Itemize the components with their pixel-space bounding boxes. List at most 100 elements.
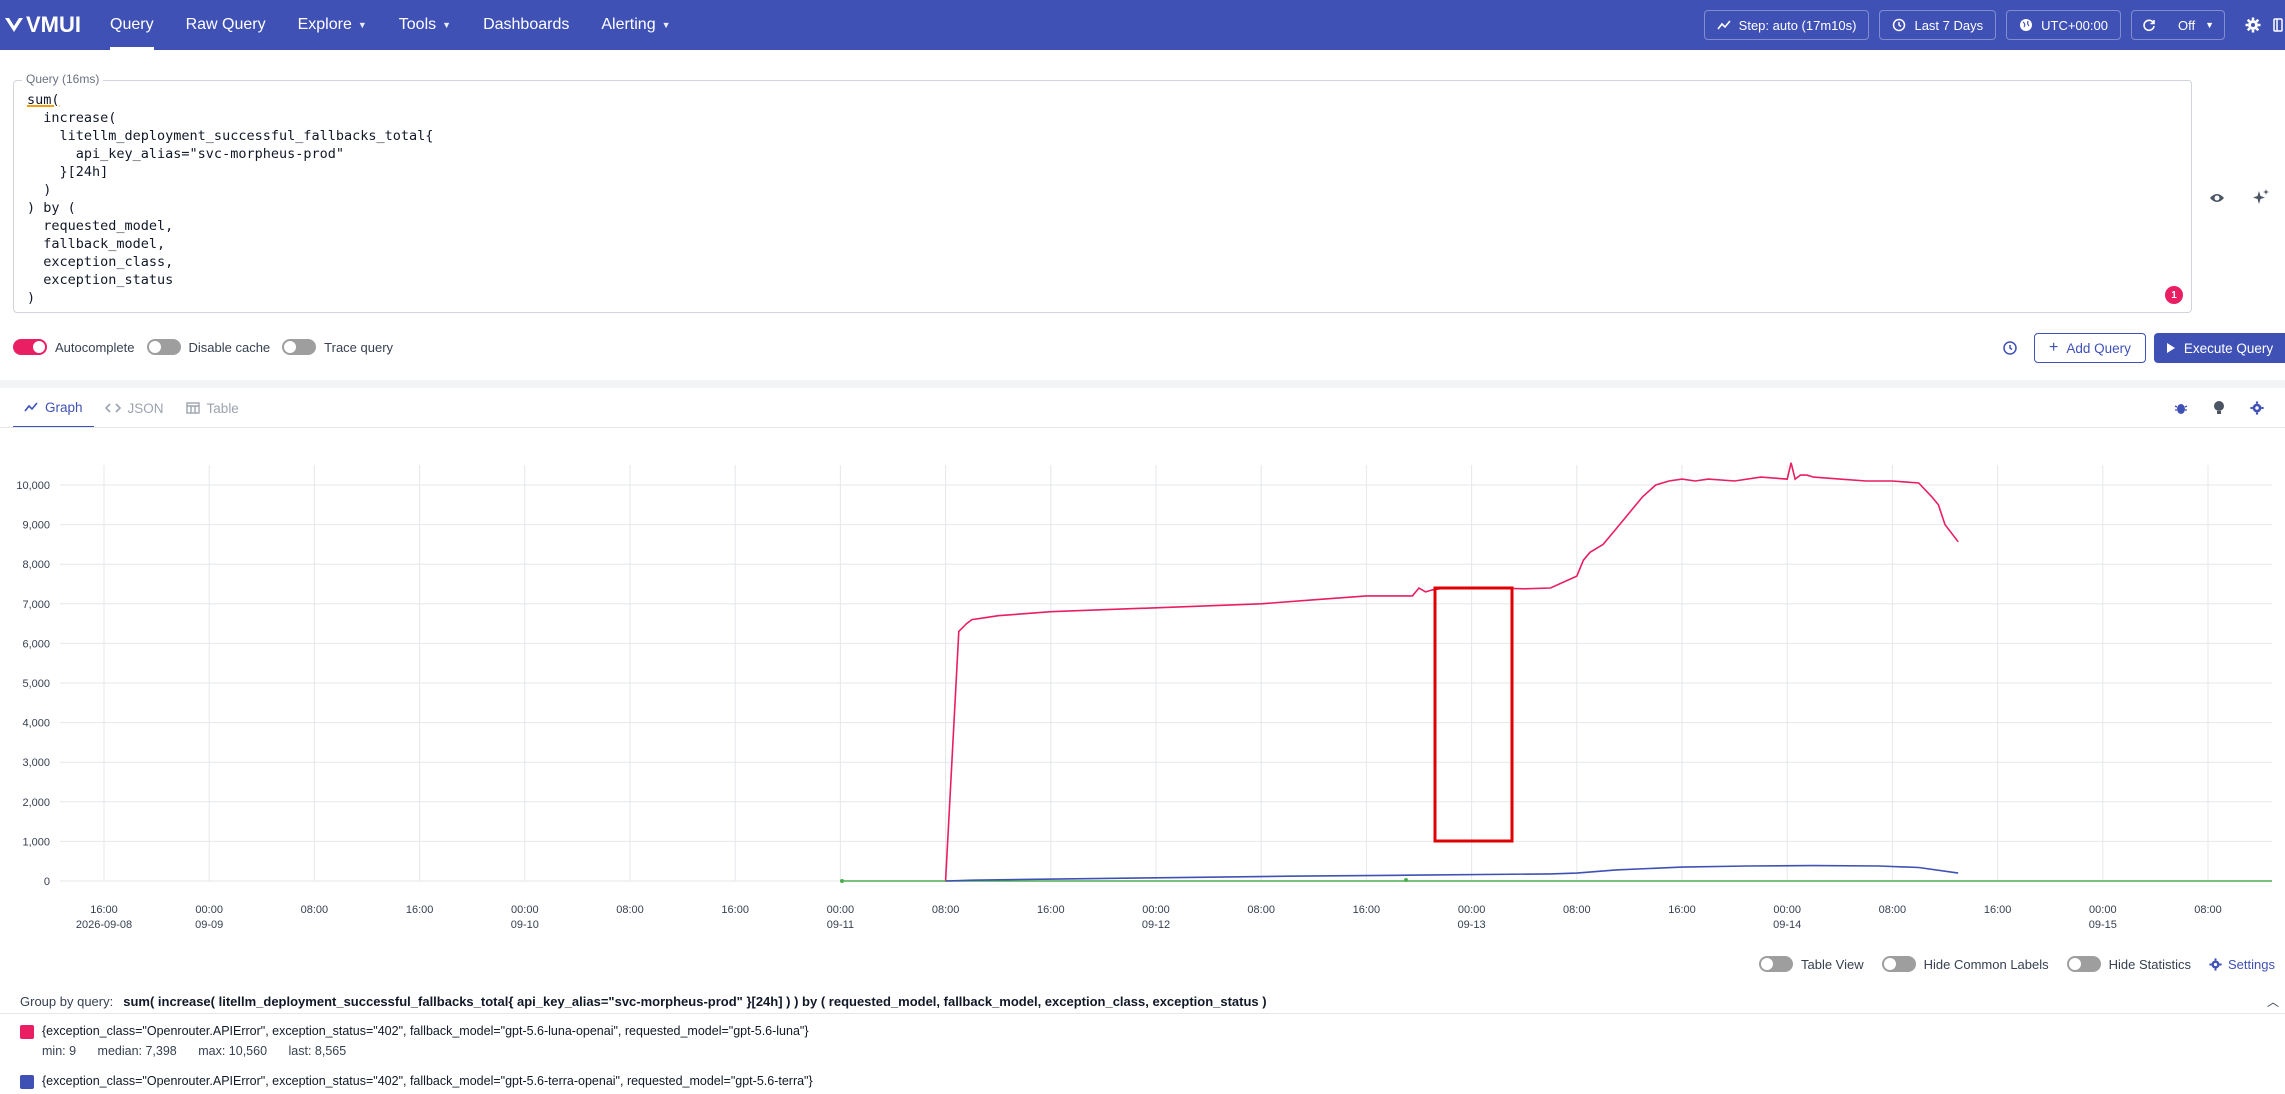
tab-table[interactable]: Table [175,388,250,428]
table-icon [185,402,200,414]
series-line-1 [945,864,1959,882]
lightbulb-icon[interactable] [2209,398,2229,418]
y-tick-label: 0 [44,876,50,888]
legend-item[interactable]: {exception_class="Openrouter.APIError", … [20,1024,2280,1064]
hide-common-labels-toggle[interactable]: Hide Common Labels [1881,956,2049,972]
nav-item-query[interactable]: Query [94,0,170,50]
x-tick-time: 08:00 [2194,904,2222,916]
switch-off[interactable] [1881,956,1916,972]
x-tick-time: 16:00 [406,904,434,916]
caret-down-icon: ▼ [442,20,452,30]
query-options: Autocomplete Disable cache Trace query [13,336,405,358]
x-tick-time: 08:00 [616,904,644,916]
legend-item[interactable]: {exception_class="Openrouter.APIError", … [20,1074,2280,1094]
tab-json[interactable]: JSON [94,388,175,428]
x-tick-time: 00:00 [827,904,855,916]
x-tick-time: 16:00 [90,904,118,916]
x-tick-time: 08:00 [1247,904,1275,916]
query-history-button[interactable] [1999,337,2021,359]
x-tick-time: 00:00 [1458,904,1486,916]
time-range-button[interactable]: Last 7 Days [1879,10,1997,40]
plus-icon: + [2049,339,2059,356]
x-tick-time: 08:00 [932,904,960,916]
graph-settings-icon[interactable] [2247,398,2267,418]
x-tick-date: 09-15 [2089,919,2117,931]
y-tick-label: 2,000 [22,797,50,809]
x-tick-time: 00:00 [2089,904,2117,916]
switch-off[interactable] [146,339,181,355]
history-icon [2003,341,2017,355]
x-tick-time: 08:00 [1879,904,1907,916]
x-tick-time: 00:00 [195,904,223,916]
legend-controls: Table View Hide Common Labels Hide Stati… [1758,953,2285,975]
nav-item-alerting[interactable]: Alerting ▼ [585,0,686,50]
gear-icon [2209,957,2222,971]
nav-item-tools[interactable]: Tools ▼ [383,0,467,50]
logo-text: VMUI [26,12,81,37]
x-tick-time: 08:00 [1563,904,1591,916]
tab-graph[interactable]: Graph [13,388,94,428]
query-editor[interactable]: Query (16ms) sum( increase( litellm_depl… [13,72,2192,313]
main-nav: Query Raw Query Explore ▼ Tools ▼ Dashboards Al… [94,0,687,50]
chevron-up-icon[interactable]: ︿ [2267,993,2279,1010]
trace-query-toggle[interactable]: Trace query [282,339,393,355]
caret-down-icon: ▼ [661,20,671,30]
execute-query-button[interactable]: Execute Query [2154,333,2285,363]
y-tick-label: 9,000 [22,520,50,532]
chart-svg: 0 1,000 2,000 3,000 4,000 5,000 6,000 7,000 8,00… [16,462,2272,931]
add-query-button[interactable]: + Add Query [2034,333,2146,363]
line-chart[interactable]: 0 1,000 2,000 3,000 4,000 5,000 6,000 7,000 8,00… [0,445,2285,945]
y-tick-label: 7,000 [22,599,50,611]
logo[interactable]: VMUI [4,0,84,50]
x-tick-date: 09-13 [1458,919,1486,931]
refresh-button[interactable]: Off ▼ [2130,10,2225,40]
sparkle-icon[interactable] [2251,187,2271,207]
legend-settings-button[interactable]: Settings [2209,957,2275,972]
trend-icon [24,402,38,412]
disable-cache-toggle[interactable]: Disable cache [146,339,270,355]
chevron-down-icon: ▼ [2205,20,2214,30]
trend-icon [1717,20,1731,30]
timezone-button[interactable]: UTC+00:00 [2006,10,2121,40]
x-tick-date: 09-12 [1142,919,1170,931]
data-point [1404,878,1408,882]
switch-on[interactable] [13,339,47,355]
y-tick-label: 6,000 [22,638,50,650]
data-point [840,879,844,883]
query-code[interactable]: sum( increase( litellm_deployment_succes… [27,91,433,307]
x-tick-time: 08:00 [301,904,329,916]
error-badge[interactable]: 1 [2165,286,2183,304]
x-tick-time: 16:00 [721,904,749,916]
sidebar-toggle-button[interactable] [2271,0,2285,50]
switch-off[interactable] [2066,956,2101,972]
tabs-divider [0,427,2285,428]
bug-icon[interactable] [2171,398,2191,418]
x-tick-time: 00:00 [1142,904,1170,916]
legend-labels: {exception_class="Openrouter.APIError", … [42,1024,809,1038]
nav-item-explore[interactable]: Explore ▼ [282,0,383,50]
table-view-toggle[interactable]: Table View [1758,956,1864,972]
view-tabs: Graph JSON Table [13,388,250,428]
gear-icon [2245,17,2261,33]
x-tick-time: 16:00 [1353,904,1381,916]
settings-button[interactable] [2235,0,2271,50]
switch-off[interactable] [1758,956,1793,972]
switch-off[interactable] [282,339,317,355]
refresh-icon [2143,19,2155,32]
eye-icon[interactable] [2207,188,2227,208]
series-line-0 [944,462,1959,881]
autocomplete-toggle[interactable]: Autocomplete [13,339,135,355]
x-tick-time: 16:00 [1984,904,2012,916]
x-tick-date: 09-10 [511,919,539,931]
hide-statistics-toggle[interactable]: Hide Statistics [2066,956,2191,972]
x-tick-date: 09-14 [1773,919,1801,931]
top-bar: VMUI Query Raw Query Explore ▼ Tools ▼ Dashboa… [0,0,2285,50]
nav-item-raw-query[interactable]: Raw Query [170,0,282,50]
legend-swatch [20,1025,34,1039]
x-tick-time: 16:00 [1668,904,1696,916]
y-tick-label: 8,000 [22,559,50,571]
nav-item-dashboards[interactable]: Dashboards [467,0,585,50]
legend-swatch [20,1075,34,1089]
step-button[interactable]: Step: auto (17m10s) [1703,10,1870,40]
clock-icon [1893,18,1906,32]
